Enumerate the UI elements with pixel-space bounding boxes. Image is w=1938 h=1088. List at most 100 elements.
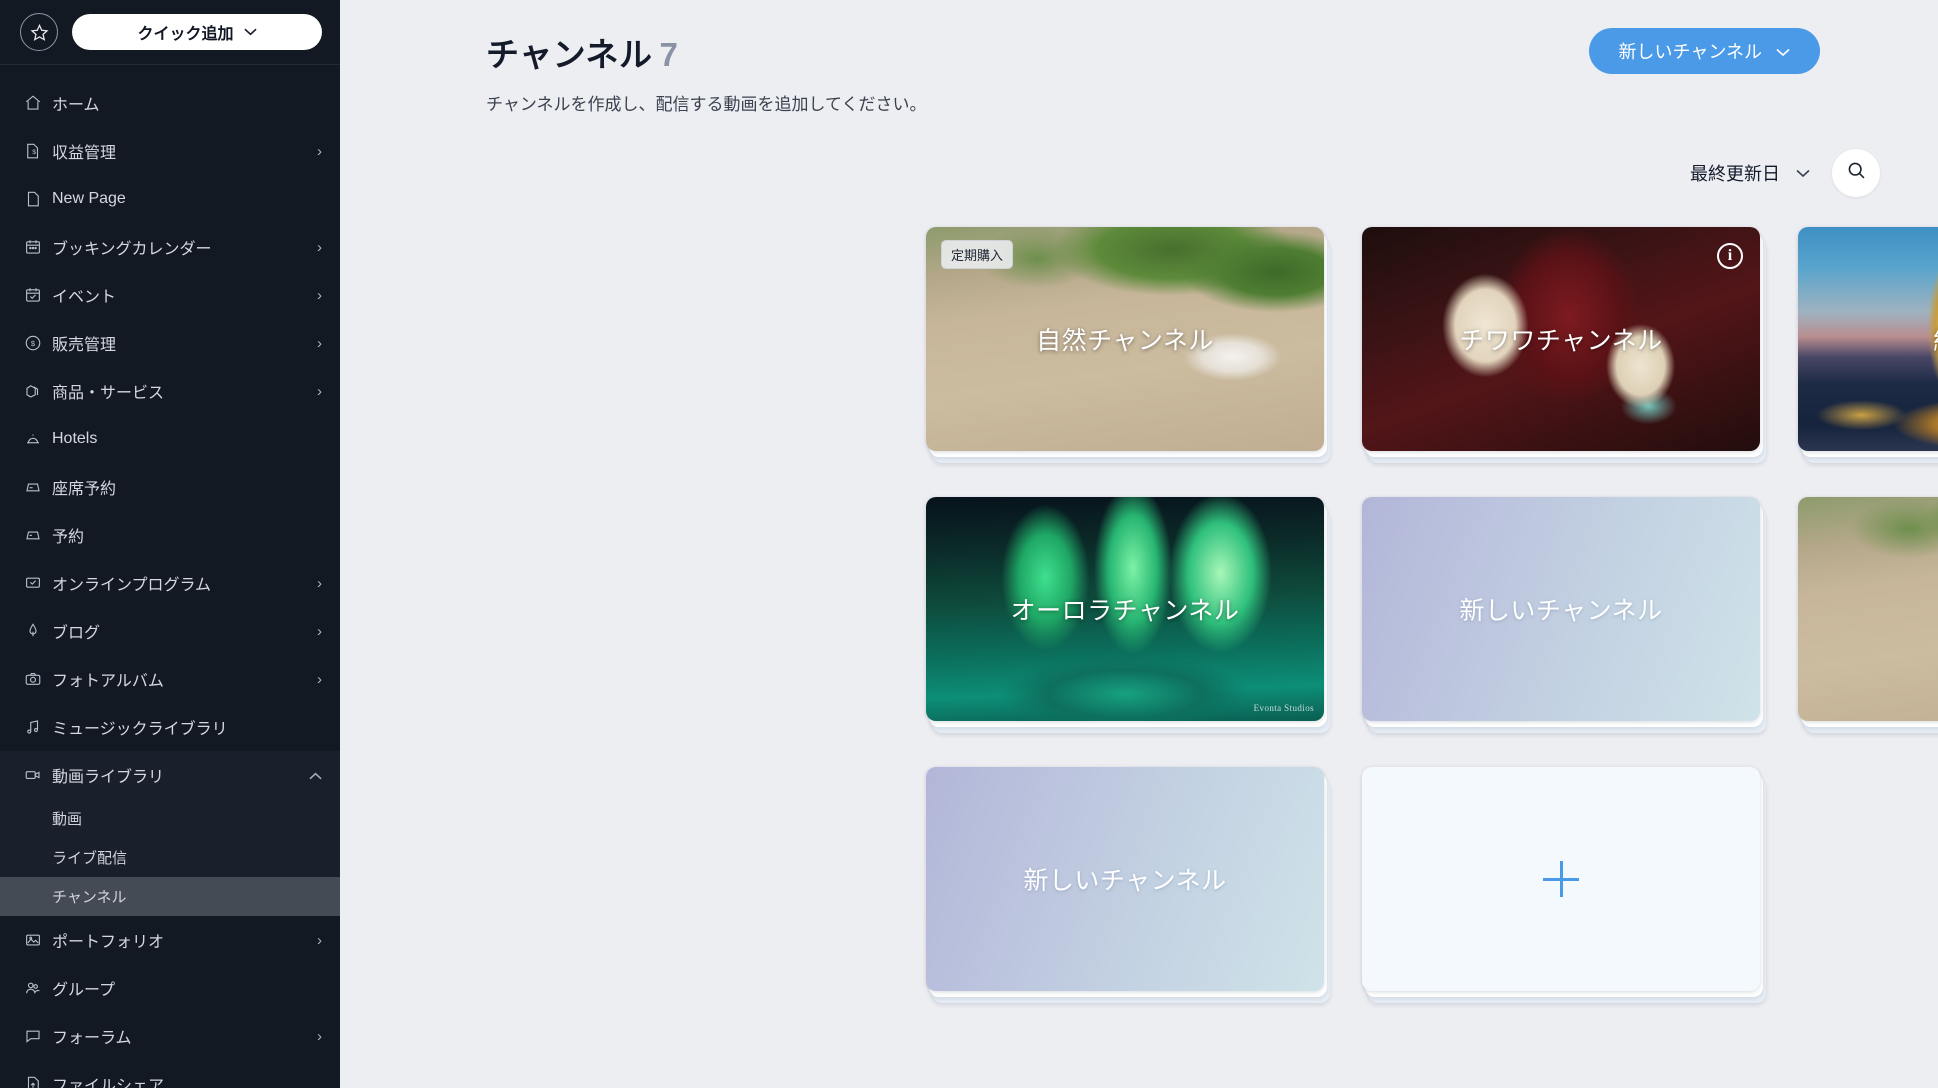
- sidebar-item-sales[interactable]: $ 販売管理 ›: [0, 319, 340, 367]
- bell-desk-icon: [24, 430, 52, 448]
- sidebar-subitem-channels[interactable]: チャンネル: [0, 877, 340, 916]
- grid-toolbar: 最終更新日: [340, 115, 1938, 197]
- sidebar-item-label: フォトアルバム: [52, 673, 164, 690]
- sidebar-item-home[interactable]: ホーム: [0, 79, 340, 127]
- chevron-right-icon: ›: [317, 1027, 322, 1045]
- channel-title: チワワチャンネル: [1459, 327, 1663, 355]
- star-circle-icon[interactable]: [20, 13, 58, 51]
- page-subtitle: チャンネルを作成し、配信する動画を追加してください。: [486, 95, 927, 114]
- sidebar-item-label: New Page: [52, 190, 126, 207]
- channel-card[interactable]: 散歩: [1798, 497, 1938, 721]
- sidebar-item-label: 座席予約: [52, 481, 117, 498]
- sidebar-subitem-videos[interactable]: 動画: [0, 799, 340, 838]
- music-icon: [24, 718, 52, 736]
- seat-icon: [24, 478, 52, 496]
- event-icon: [24, 286, 52, 304]
- sidebar-item-products-services[interactable]: 商品・サービス ›: [0, 367, 340, 415]
- thumbnail-watermark: Evonta Studios: [1253, 703, 1314, 713]
- subscription-badge: 定期購入: [941, 240, 1014, 269]
- sidebar-subitem-label: 動画: [52, 811, 83, 828]
- sidebar-item-label: オンラインプログラム: [52, 577, 212, 594]
- sidebar-item-label: ポートフォリオ: [52, 934, 165, 951]
- sidebar-item-label: フォーラム: [52, 1030, 132, 1047]
- channel-card[interactable]: 定期購入 自然チャンネル: [926, 227, 1324, 451]
- channel-title: 綺麗な景色: [1798, 227, 1938, 451]
- pen-icon: [24, 622, 52, 640]
- sidebar-item-photo-album[interactable]: フォトアルバム ›: [0, 655, 340, 703]
- channel-card[interactable]: 新しいチャンネル: [1362, 497, 1760, 721]
- sidebar-subitem-label: ライブ配信: [52, 850, 128, 867]
- svg-text:$: $: [32, 149, 36, 156]
- sidebar-item-blog[interactable]: ブログ ›: [0, 607, 340, 655]
- sidebar-item-file-share[interactable]: ファイルシェア: [0, 1060, 340, 1088]
- sidebar: クイック追加 ホーム $ 収益管理 › New Page ブッキングカレンダー …: [0, 0, 340, 1088]
- channel-card-wrapper: 定期購入 自然チャンネル: [926, 227, 1330, 463]
- chevron-right-icon: ›: [317, 931, 322, 949]
- quick-add-button[interactable]: クイック追加: [72, 14, 322, 50]
- sidebar-item-events[interactable]: イベント ›: [0, 271, 340, 319]
- channel-grid: 定期購入 自然チャンネル i チワワチャンネル Evonta Studios オ…: [926, 227, 1938, 1003]
- channel-title: オーロラチャンネル: [1010, 597, 1240, 625]
- sidebar-item-new-page[interactable]: New Page: [0, 175, 340, 223]
- new-channel-label: 新しいチャンネル: [1618, 42, 1762, 62]
- sidebar-item-label: グループ: [52, 982, 116, 999]
- sidebar-item-video-library[interactable]: 動画ライブラリ: [0, 751, 340, 799]
- sidebar-item-forum[interactable]: フォーラム ›: [0, 1012, 340, 1060]
- info-icon[interactable]: i: [1717, 243, 1743, 269]
- chevron-up-icon: [309, 767, 322, 784]
- sort-label: 最終更新日: [1690, 164, 1780, 184]
- page-title-text: チャンネル: [486, 36, 653, 73]
- sidebar-item-label: ファイルシェア: [52, 1078, 165, 1088]
- chevron-right-icon: ›: [317, 142, 322, 160]
- sidebar-item-label: 販売管理: [52, 337, 117, 354]
- sort-dropdown[interactable]: 最終更新日: [1690, 160, 1810, 186]
- main-content: チャンネル 7 チャンネルを作成し、配信する動画を追加してください。 新しいチャン…: [340, 0, 1938, 1088]
- channel-card[interactable]: 綺麗な景色: [1798, 227, 1938, 451]
- channel-card-wrapper: 新しいチャンネル: [926, 767, 1330, 1003]
- svg-text:$: $: [31, 339, 36, 348]
- sidebar-item-seat-reservation[interactable]: 座席予約: [0, 463, 340, 511]
- channel-card[interactable]: i チワワチャンネル: [1362, 227, 1760, 451]
- sidebar-item-label: 収益管理: [52, 145, 117, 162]
- forum-icon: [24, 1027, 52, 1045]
- monitor-icon: [24, 574, 52, 592]
- sidebar-item-label: 商品・サービス: [52, 385, 165, 402]
- sidebar-item-booking[interactable]: 予約: [0, 511, 340, 559]
- fileshare-icon: [24, 1075, 52, 1088]
- portfolio-icon: [24, 931, 52, 949]
- sidebar-header: クイック追加: [0, 0, 340, 65]
- revenue-icon: $: [24, 142, 52, 160]
- sidebar-item-revenue[interactable]: $ 収益管理 ›: [0, 127, 340, 175]
- chevron-right-icon: ›: [317, 574, 322, 592]
- chevron-right-icon: ›: [317, 334, 322, 352]
- sidebar-item-groups[interactable]: グループ: [0, 964, 340, 1012]
- channel-card[interactable]: Evonta Studios オーロラチャンネル: [926, 497, 1324, 721]
- sidebar-item-online-program[interactable]: オンラインプログラム ›: [0, 559, 340, 607]
- sidebar-item-label: Hotels: [52, 430, 98, 447]
- sidebar-item-label: 予約: [52, 529, 85, 546]
- search-button[interactable]: [1832, 149, 1880, 197]
- channel-title: 新しいチャンネル: [1023, 867, 1227, 895]
- chevron-down-icon: [1796, 165, 1810, 182]
- sidebar-item-label: ブログ: [52, 625, 101, 642]
- video-camera-icon: [24, 766, 52, 784]
- channel-title: 新しいチャンネル: [1459, 597, 1663, 625]
- page-title: チャンネル 7: [486, 28, 1589, 76]
- group-icon: [24, 979, 52, 997]
- sidebar-item-booking-calendar[interactable]: ブッキングカレンダー ›: [0, 223, 340, 271]
- chevron-down-icon: [1776, 41, 1790, 62]
- dollar-icon: $: [24, 334, 52, 352]
- add-channel-card[interactable]: [1362, 767, 1760, 991]
- sidebar-item-label: 動画ライブラリ: [52, 769, 165, 786]
- sidebar-item-hotels[interactable]: Hotels: [0, 415, 340, 463]
- sidebar-item-portfolio[interactable]: ポートフォリオ ›: [0, 916, 340, 964]
- sidebar-item-music-library[interactable]: ミュージックライブラリ: [0, 703, 340, 751]
- sidebar-subitem-live[interactable]: ライブ配信: [0, 838, 340, 877]
- sidebar-item-label: ミュージックライブラリ: [52, 721, 228, 738]
- new-channel-button[interactable]: 新しいチャンネル: [1588, 28, 1820, 74]
- channel-count: 7: [659, 36, 679, 73]
- chevron-right-icon: ›: [317, 622, 322, 640]
- page-header: チャンネル 7 チャンネルを作成し、配信する動画を追加してください。 新しいチャン…: [340, 0, 1938, 115]
- channel-card[interactable]: 新しいチャンネル: [926, 767, 1324, 991]
- sidebar-item-label: ブッキングカレンダー: [52, 241, 212, 258]
